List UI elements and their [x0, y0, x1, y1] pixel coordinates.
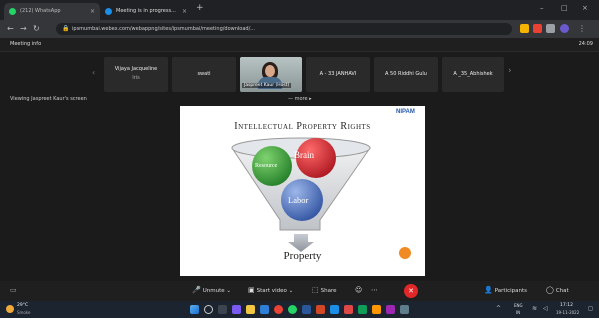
wifi-icon[interactable]: ≋ — [532, 305, 537, 312]
nipam-logo: NIPAM — [396, 109, 415, 115]
weather-desc: Smoke — [17, 310, 31, 315]
participant-tile[interactable]: Vijaya Jacqueline Iris — [104, 57, 168, 92]
meeting-timer: 24:09 — [578, 41, 593, 47]
webex-icon — [105, 8, 112, 15]
weather-temp: 29°C — [17, 303, 29, 308]
participant-name: A _35_Abhishek — [453, 71, 493, 77]
scroll-left-icon[interactable]: ‹ — [92, 68, 95, 77]
widgets-icon[interactable] — [232, 305, 241, 314]
shared-screen: NIPAM Intellectual Property Rights Brain… — [180, 106, 425, 276]
language-indicator[interactable]: ENG — [514, 303, 523, 308]
leave-meeting-button[interactable]: ✕ — [404, 284, 418, 298]
whatsapp-icon[interactable] — [288, 305, 297, 314]
people-icon: 👤 — [484, 286, 493, 294]
app-icon[interactable] — [358, 305, 367, 314]
bubble-label-resource: Resource — [255, 163, 278, 169]
close-window-button[interactable]: × — [582, 4, 588, 12]
view-options-button[interactable]: — more ▸ — [288, 96, 312, 102]
smile-icon: ☺ — [355, 286, 363, 294]
meeting-info-button[interactable]: Meeting info — [10, 41, 41, 47]
participant-sub: Iris — [132, 75, 140, 81]
windows-start-icon[interactable] — [190, 305, 199, 314]
menu-dots-icon[interactable]: ⋮ — [578, 24, 586, 33]
chat-button[interactable]: ◯ Chat — [546, 286, 569, 294]
webex-icon[interactable] — [330, 305, 339, 314]
participant-name: A 50 Riddhi Gulu — [385, 71, 427, 77]
reload-icon[interactable]: ↻ — [33, 24, 40, 33]
screen-share-label: Viewing Jaspreet Kaur's screen — [10, 96, 87, 102]
lock-icon: 🔒 — [62, 25, 70, 32]
url-input[interactable]: 🔒 ipsmumbai.webex.com/webappng/sites/ips… — [56, 23, 512, 35]
app-icon[interactable] — [372, 305, 381, 314]
participant-tile[interactable]: A _35_Abhishek — [442, 57, 504, 92]
participant-tile[interactable]: A - 33 JANHAVI — [306, 57, 370, 92]
back-icon[interactable]: ← — [7, 24, 14, 33]
volume-icon[interactable]: ◁ — [543, 305, 548, 312]
participant-name: A - 33 JANHAVI — [319, 71, 357, 77]
search-icon[interactable] — [204, 305, 213, 314]
weather-icon — [6, 305, 14, 313]
speaker-face — [265, 65, 275, 77]
share-icon: ⬚ — [312, 286, 319, 294]
participants-button[interactable]: 👤 Participants — [484, 286, 527, 294]
close-icon: ✕ — [408, 287, 414, 295]
tab-whatsapp[interactable]: (212) WhatsApp × — [4, 3, 100, 20]
chrome-icon[interactable] — [274, 305, 283, 314]
forward-icon[interactable]: → — [20, 24, 27, 33]
profile-avatar[interactable] — [560, 24, 569, 33]
clock-date: 19-11-2022 — [556, 310, 580, 315]
mic-muted-icon: 🎤 — [192, 286, 201, 294]
more-icon: ⋯ — [371, 286, 378, 294]
maximize-button[interactable]: □ — [561, 4, 568, 12]
participant-name: swati — [197, 71, 211, 77]
file-explorer-icon[interactable] — [246, 305, 255, 314]
word-icon[interactable] — [302, 305, 311, 314]
url-text: ipsmumbai.webex.com/webappng/sites/ipsmu… — [72, 26, 256, 32]
browser-tab-strip: (212) WhatsApp × Meeting is in progress.… — [0, 0, 599, 20]
participant-name: Jaspreet Kaur (Host) — [242, 83, 292, 88]
whatsapp-icon — [9, 8, 16, 15]
slide-result-label: Property — [283, 250, 322, 262]
tab-title: Meeting is in progress... — [116, 8, 176, 14]
powerpoint-icon[interactable] — [316, 305, 325, 314]
participant-tile[interactable]: A 50 Riddhi Gulu — [374, 57, 438, 92]
app-icon[interactable] — [386, 305, 395, 314]
new-tab-button[interactable]: + — [196, 3, 204, 13]
captions-icon[interactable]: ▭ — [10, 286, 17, 294]
camera-icon: ▣ — [248, 286, 255, 294]
participant-tile[interactable]: swati — [172, 57, 236, 92]
unmute-button[interactable]: 🎤 Unmute ⌄ — [192, 286, 231, 294]
language-region: IN — [516, 310, 521, 315]
clock-time[interactable]: 17:12 — [560, 303, 573, 308]
windows-taskbar: 29°C Smoke ^ ENG IN ≋ ◁ 17:12 19-11-2022… — [0, 301, 599, 318]
slide-title: Intellectual Property Rights — [234, 121, 371, 132]
tray-chevron-icon[interactable]: ^ — [496, 305, 501, 312]
tab-title: (212) WhatsApp — [20, 8, 61, 14]
share-button[interactable]: ⬚ Share — [312, 286, 337, 294]
scroll-right-icon[interactable]: › — [508, 66, 512, 76]
minimize-button[interactable]: – — [540, 4, 544, 12]
task-view-icon[interactable] — [218, 305, 227, 314]
meeting-header: Meeting info 24:09 — [0, 38, 599, 52]
extension-icon[interactable] — [520, 24, 529, 33]
bubble-label-labor: Labor — [288, 195, 309, 205]
address-bar-row: ← → ↻ 🔒 ipsmumbai.webex.com/webappng/sit… — [0, 20, 599, 38]
start-video-button[interactable]: ▣ Start video ⌄ — [248, 286, 293, 294]
more-options-button[interactable]: ⋯ — [371, 286, 380, 294]
meeting-controls: ▭ 🎤 Unmute ⌄ ▣ Start video ⌄ ⬚ Share ☺ ⋯ ✕ … — [0, 281, 599, 301]
puzzle-icon[interactable] — [546, 24, 555, 33]
app-icon[interactable] — [400, 305, 409, 314]
tab-webex-meeting[interactable]: Meeting is in progress... × — [100, 3, 192, 20]
app-icon[interactable] — [344, 305, 353, 314]
bubble-label-brain: Brain — [294, 150, 314, 160]
edge-icon[interactable] — [260, 305, 269, 314]
chat-icon: ◯ — [546, 286, 554, 294]
extension-icon[interactable] — [533, 24, 542, 33]
participant-name: Vijaya Jacqueline — [114, 66, 158, 72]
notification-icon[interactable]: ◻ — [588, 305, 593, 312]
reactions-button[interactable]: ☺ — [355, 286, 364, 294]
participant-tile-active-speaker[interactable]: Jaspreet Kaur (Host) — [240, 57, 302, 92]
close-tab-icon[interactable]: × — [182, 3, 187, 20]
close-tab-icon[interactable]: × — [90, 3, 95, 20]
